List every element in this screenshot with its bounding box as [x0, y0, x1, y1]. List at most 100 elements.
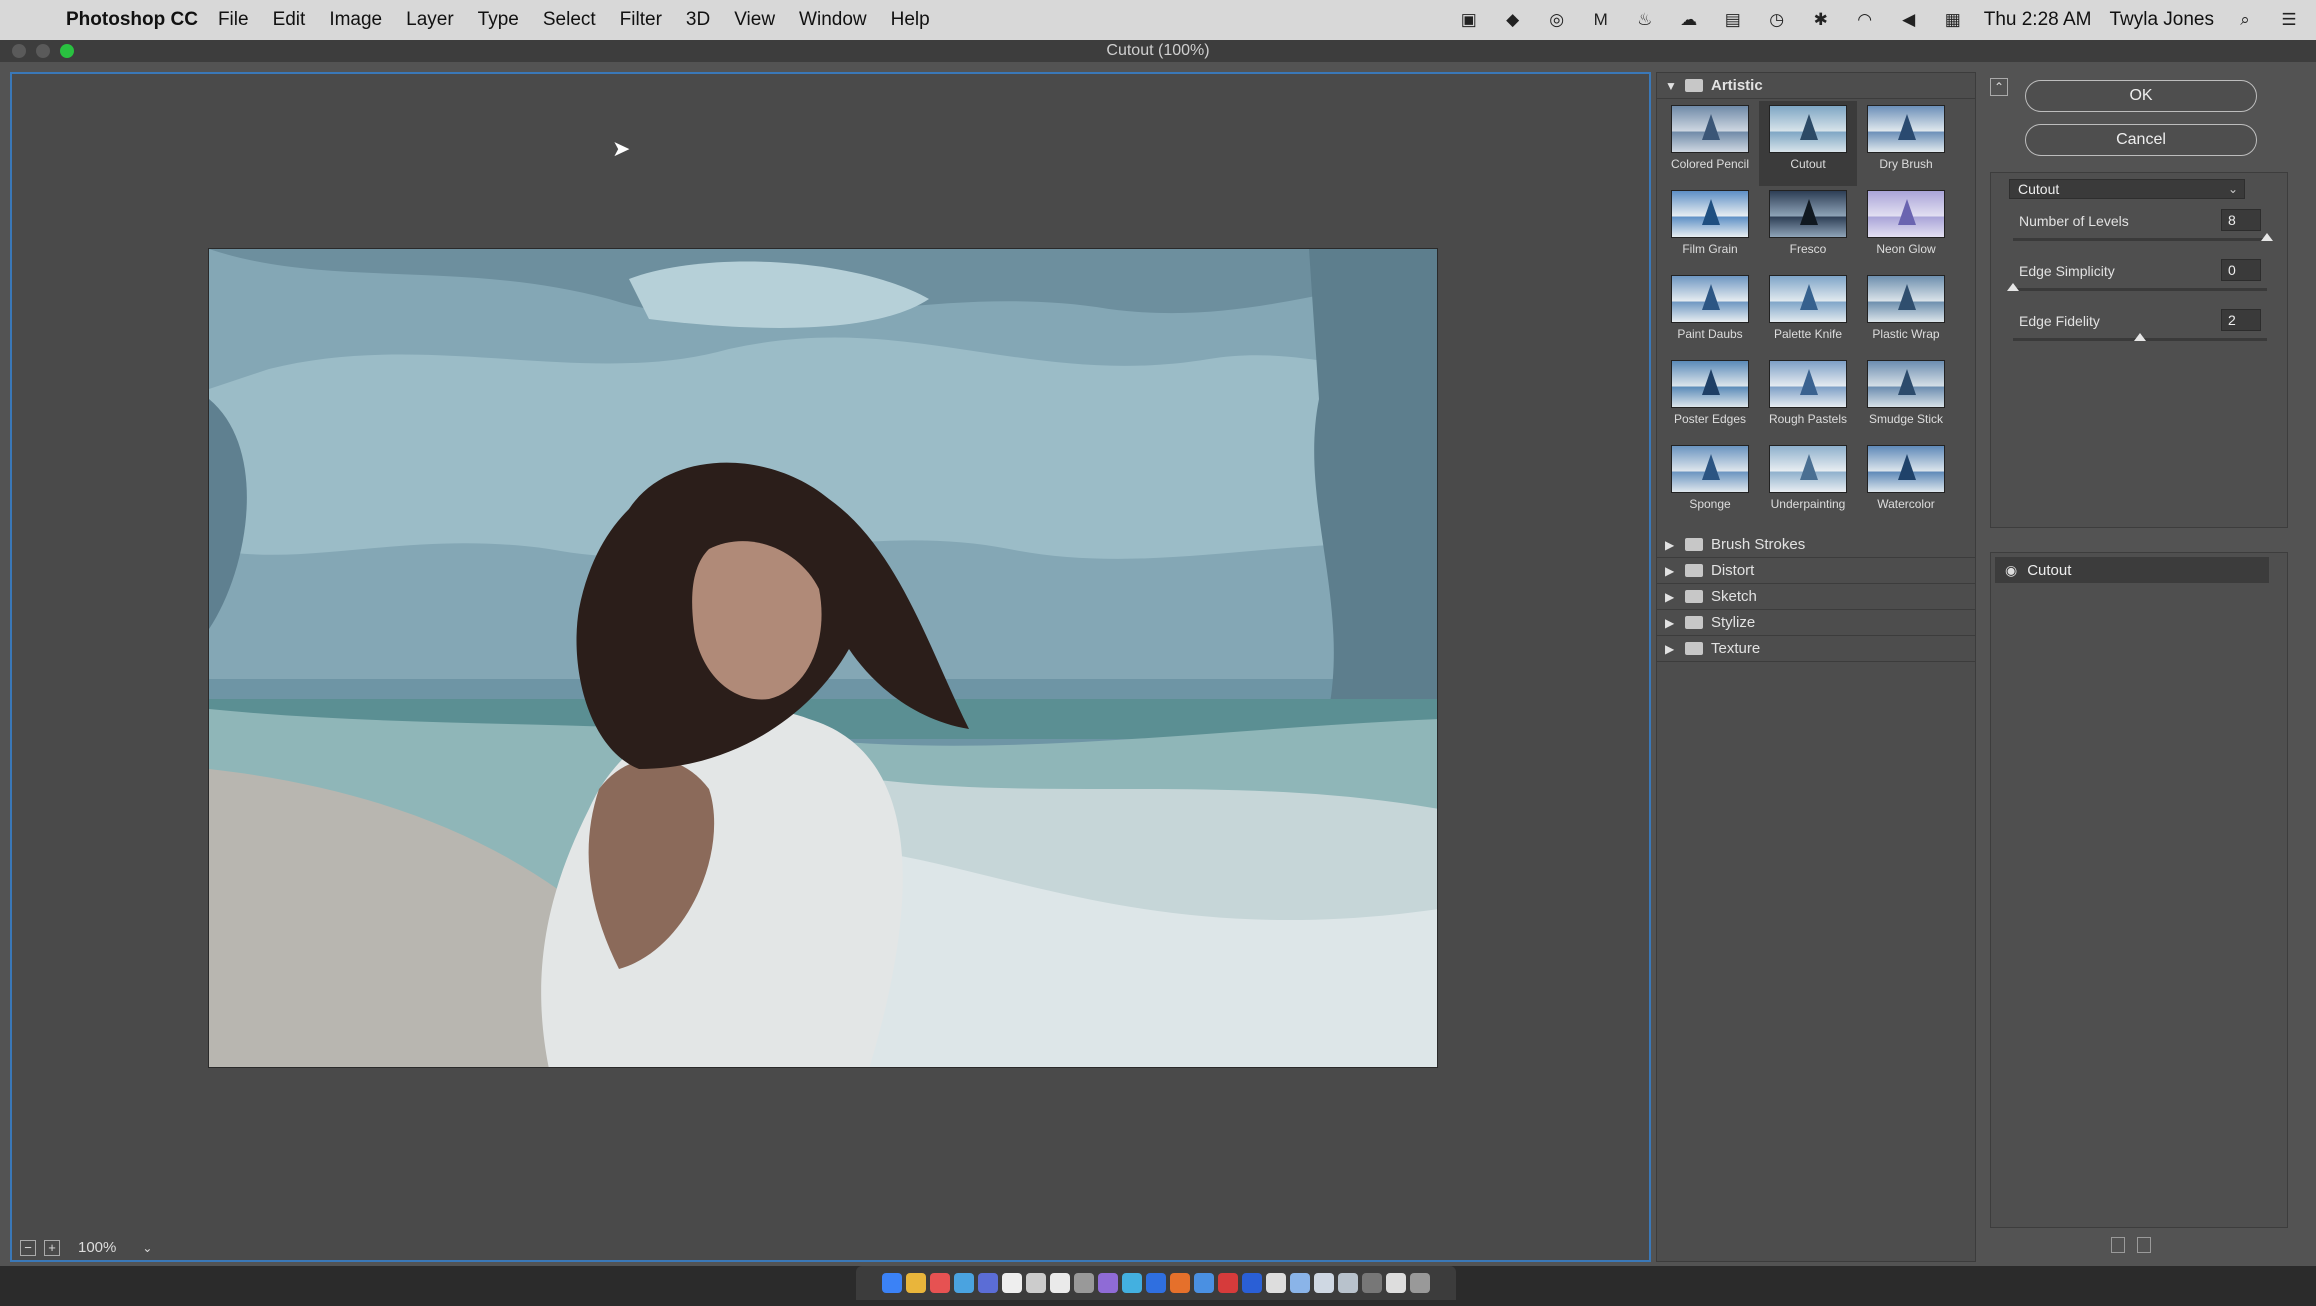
- bluetooth-icon[interactable]: ✱: [1808, 9, 1834, 31]
- menu-3d[interactable]: 3D: [686, 9, 710, 31]
- slider-handle[interactable]: [2007, 283, 2019, 291]
- menu-filter[interactable]: Filter: [620, 9, 662, 31]
- menu-image[interactable]: Image: [329, 9, 382, 31]
- edge-fidelity-input[interactable]: 2: [2221, 309, 2261, 331]
- menu-help[interactable]: Help: [891, 9, 930, 31]
- cancel-button[interactable]: Cancel: [2025, 124, 2257, 156]
- preview-image[interactable]: [208, 248, 1438, 1068]
- zoom-out-button[interactable]: −: [20, 1239, 36, 1256]
- delete-effect-layer-icon[interactable]: [2137, 1237, 2151, 1253]
- app-icon[interactable]: [1338, 1273, 1358, 1293]
- filter-group-stylize[interactable]: ▶ Stylize: [1657, 610, 1975, 636]
- close-button[interactable]: [12, 44, 26, 58]
- time-machine-icon[interactable]: ◷: [1764, 9, 1790, 31]
- app-icon[interactable]: [1362, 1273, 1382, 1293]
- dropbox-dock-icon[interactable]: [1146, 1273, 1166, 1293]
- filter-select-dropdown[interactable]: Cutout ⌄: [2009, 179, 2245, 199]
- minimize-button[interactable]: [36, 44, 50, 58]
- filter-group-artistic[interactable]: ▼ Artistic: [1657, 73, 1975, 99]
- effect-layer-row[interactable]: ◉ Cutout: [1995, 557, 2269, 583]
- filter-thumb-colored-pencil[interactable]: Colored Pencil: [1661, 101, 1759, 186]
- spotlight-icon[interactable]: ⌕: [2232, 9, 2258, 31]
- menu-edit[interactable]: Edit: [273, 9, 306, 31]
- filter-thumb-dry-brush[interactable]: Dry Brush: [1857, 101, 1955, 186]
- app-menu[interactable]: Photoshop CC: [66, 9, 198, 31]
- clock[interactable]: Thu 2:28 AM: [1984, 9, 2092, 31]
- zoom-button[interactable]: [60, 44, 74, 58]
- slider-handle[interactable]: [2261, 233, 2273, 241]
- menu-view[interactable]: View: [734, 9, 775, 31]
- filter-group-sketch[interactable]: ▶ Sketch: [1657, 584, 1975, 610]
- filter-thumb-fresco[interactable]: Fresco: [1759, 186, 1857, 271]
- filter-thumb-smudge-stick[interactable]: Smudge Stick: [1857, 356, 1955, 441]
- filter-thumb-rough-pastels[interactable]: Rough Pastels: [1759, 356, 1857, 441]
- folder-icon[interactable]: [1290, 1273, 1310, 1293]
- mail-icon[interactable]: M: [1588, 9, 1614, 31]
- zoom-dropdown-icon[interactable]: ⌄: [142, 1241, 152, 1255]
- filter-thumb-label: Poster Edges: [1673, 412, 1747, 426]
- app-icon[interactable]: [930, 1273, 950, 1293]
- slider-track[interactable]: [2013, 288, 2267, 291]
- app-icon[interactable]: [954, 1273, 974, 1293]
- filter-thumb-palette-knife[interactable]: Palette Knife: [1759, 271, 1857, 356]
- app-icon[interactable]: [1194, 1273, 1214, 1293]
- firefox-icon[interactable]: [1170, 1273, 1190, 1293]
- ok-button[interactable]: OK: [2025, 80, 2257, 112]
- menu-type[interactable]: Type: [478, 9, 519, 31]
- filter-group-distort[interactable]: ▶ Distort: [1657, 558, 1975, 584]
- filter-thumb-cutout[interactable]: Cutout: [1759, 101, 1857, 186]
- menu-layer[interactable]: Layer: [406, 9, 454, 31]
- filter-thumb-watercolor[interactable]: Watercolor: [1857, 441, 1955, 526]
- neon-glow-thumb-image: [1867, 190, 1945, 238]
- collapse-gallery-button[interactable]: ⌃: [1990, 78, 2008, 96]
- menu-select[interactable]: Select: [543, 9, 596, 31]
- preview-pane[interactable]: ➤ − + 100% ⌄: [10, 72, 1651, 1262]
- filter-group-texture[interactable]: ▶ Texture: [1657, 636, 1975, 662]
- filter-thumb-underpainting[interactable]: Underpainting: [1759, 441, 1857, 526]
- notification-center-icon[interactable]: ☰: [2276, 9, 2302, 31]
- filter-group-brush-strokes[interactable]: ▶ Brush Strokes: [1657, 532, 1975, 558]
- app-icon[interactable]: [1122, 1273, 1142, 1293]
- app-icon[interactable]: [1266, 1273, 1286, 1293]
- creative-cloud-icon[interactable]: ◎: [1544, 9, 1570, 31]
- chrome-icon[interactable]: [906, 1273, 926, 1293]
- cloud-icon[interactable]: ☁: [1676, 9, 1702, 31]
- trash-icon[interactable]: [1410, 1273, 1430, 1293]
- dropbox-icon[interactable]: ◆: [1500, 9, 1526, 31]
- menu-file[interactable]: File: [218, 9, 249, 31]
- filter-thumb-neon-glow[interactable]: Neon Glow: [1857, 186, 1955, 271]
- keyboard-icon[interactable]: ▦: [1940, 9, 1966, 31]
- app-icon[interactable]: [1218, 1273, 1238, 1293]
- photoshop-icon[interactable]: [1242, 1273, 1262, 1293]
- calendar-icon[interactable]: [1050, 1273, 1070, 1293]
- filter-thumb-sponge[interactable]: Sponge: [1661, 441, 1759, 526]
- wifi-icon[interactable]: ◠: [1852, 9, 1878, 31]
- app-icon[interactable]: [1026, 1273, 1046, 1293]
- filter-thumb-paint-daubs[interactable]: Paint Daubs: [1661, 271, 1759, 356]
- app-icon[interactable]: [1074, 1273, 1094, 1293]
- display-icon[interactable]: ▤: [1720, 9, 1746, 31]
- slider-track[interactable]: [2013, 238, 2267, 241]
- filter-thumb-poster-edges[interactable]: Poster Edges: [1661, 356, 1759, 441]
- user-name[interactable]: Twyla Jones: [2109, 9, 2214, 31]
- visibility-eye-icon[interactable]: ◉: [2005, 562, 2017, 579]
- notes-icon[interactable]: [1002, 1273, 1022, 1293]
- app-icon[interactable]: [1386, 1273, 1406, 1293]
- zoom-level[interactable]: 100%: [78, 1239, 116, 1256]
- new-effect-layer-icon[interactable]: [2111, 1237, 2125, 1253]
- zoom-in-button[interactable]: +: [44, 1239, 60, 1256]
- filter-thumb-plastic-wrap[interactable]: Plastic Wrap: [1857, 271, 1955, 356]
- sailboat-icon: [1702, 199, 1720, 225]
- flame-icon[interactable]: ♨: [1632, 9, 1658, 31]
- app-icon[interactable]: [1314, 1273, 1334, 1293]
- edge-simplicity-input[interactable]: 0: [2221, 259, 2261, 281]
- screen-record-icon[interactable]: ▣: [1456, 9, 1482, 31]
- app-icon[interactable]: [1098, 1273, 1118, 1293]
- menu-window[interactable]: Window: [799, 9, 867, 31]
- volume-icon[interactable]: ◀: [1896, 9, 1922, 31]
- number-of-levels-input[interactable]: 8: [2221, 209, 2261, 231]
- lightroom-icon[interactable]: [978, 1273, 998, 1293]
- slider-handle[interactable]: [2134, 333, 2146, 341]
- finder-icon[interactable]: [882, 1273, 902, 1293]
- filter-thumb-film-grain[interactable]: Film Grain: [1661, 186, 1759, 271]
